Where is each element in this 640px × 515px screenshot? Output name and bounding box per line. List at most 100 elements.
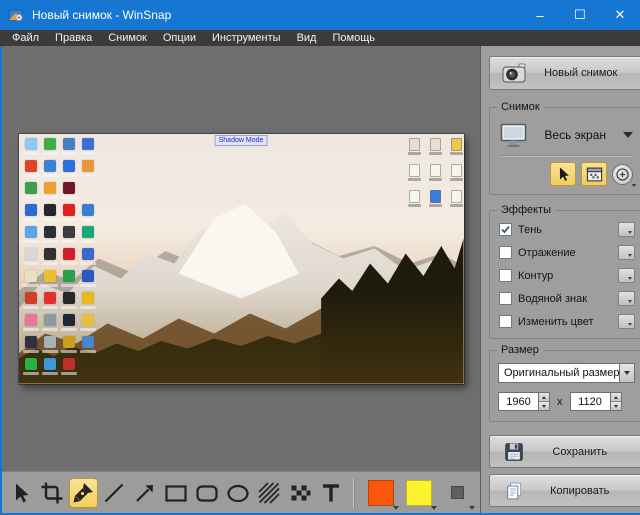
preview-image[interactable]: Shadow Mode xyxy=(19,134,464,384)
minimize-button[interactable]: – xyxy=(520,0,560,30)
document-icon xyxy=(430,164,441,177)
desktop-icon xyxy=(82,204,94,216)
tool-select[interactable] xyxy=(7,478,36,508)
size-preset-select[interactable]: Оригинальный размер xyxy=(498,363,635,383)
checkbox-colorize[interactable] xyxy=(499,315,512,328)
effect-settings-button-reflection[interactable] xyxy=(618,245,635,260)
checkbox-reflection[interactable] xyxy=(499,246,512,259)
checkbox-watermark[interactable] xyxy=(499,292,512,305)
width-spin-down-button[interactable] xyxy=(539,402,549,410)
save-button[interactable]: Сохранить xyxy=(489,435,640,468)
desktop-icon xyxy=(25,314,37,326)
text-icon xyxy=(319,481,343,505)
close-button[interactable]: ✕ xyxy=(600,0,640,30)
tool-ellipse[interactable] xyxy=(224,478,253,508)
chevron-down-icon xyxy=(624,371,630,375)
effect-row-shadow: Тень xyxy=(499,220,635,239)
document-icon xyxy=(409,138,420,151)
group-size-title: Размер xyxy=(497,344,543,357)
effect-label-watermark: Водяной знак xyxy=(518,293,618,305)
desktop-icon xyxy=(25,138,37,150)
effect-settings-button-watermark[interactable] xyxy=(618,291,635,306)
tool-line[interactable] xyxy=(100,478,129,508)
desktop-icon xyxy=(25,160,37,172)
document-icon xyxy=(430,190,441,203)
cursor-icon xyxy=(555,166,572,183)
menu-item-options[interactable]: Опции xyxy=(155,30,204,46)
copy-button[interactable]: Копировать xyxy=(489,474,640,507)
plus-icon xyxy=(616,168,629,181)
new-snapshot-label: Новый снимок xyxy=(526,67,640,79)
rounded-rectangle-icon xyxy=(195,481,219,505)
line-icon xyxy=(102,481,126,505)
pen-size-swatch[interactable] xyxy=(442,478,472,508)
width-value[interactable]: 1960 xyxy=(498,392,538,411)
desktop-icon xyxy=(44,248,56,260)
desktop-icon xyxy=(63,160,75,172)
tool-rounded-rectangle[interactable] xyxy=(193,478,222,508)
desktop-icon xyxy=(25,182,37,194)
dropdown-caret-icon xyxy=(632,184,636,187)
desktop-icon xyxy=(63,292,75,304)
menu-item-tools[interactable]: Инструменты xyxy=(204,30,289,46)
tool-text[interactable] xyxy=(316,478,345,508)
cursor-toggle-button[interactable] xyxy=(550,162,576,186)
size-preset-dropdown-button[interactable] xyxy=(619,363,635,383)
document-icon xyxy=(451,138,462,151)
menu-item-view[interactable]: Вид xyxy=(289,30,325,46)
capture-mode-select[interactable]: Весь экран xyxy=(490,118,640,152)
menu-item-capture[interactable]: Снимок xyxy=(100,30,155,46)
arrow-icon xyxy=(133,481,157,505)
desktop-icon xyxy=(44,336,56,348)
chevron-down-icon xyxy=(623,132,633,138)
desktop-icon xyxy=(63,270,75,282)
height-spin-down-button[interactable] xyxy=(611,402,621,410)
effect-settings-button-colorize[interactable] xyxy=(618,314,635,329)
capture-mode-label: Весь экран xyxy=(527,128,623,142)
desktop-icon xyxy=(82,270,94,282)
plus-circle-button[interactable] xyxy=(612,164,633,185)
height-value[interactable]: 1120 xyxy=(570,392,610,411)
effect-row-reflection: Отражение xyxy=(499,243,635,262)
group-snapshot-title: Снимок xyxy=(497,101,544,114)
shadow-mode-badge: Shadow Mode xyxy=(215,135,268,146)
document-icon xyxy=(430,138,441,151)
effect-settings-button-shadow[interactable] xyxy=(618,222,635,237)
effect-settings-button-outline[interactable] xyxy=(618,268,635,283)
menu-item-edit[interactable]: Правка xyxy=(47,30,100,46)
height-spinner[interactable]: 1120 xyxy=(570,392,622,411)
window-toggle-button[interactable] xyxy=(581,162,607,186)
tool-rectangle[interactable] xyxy=(162,478,191,508)
group-effects: Эффекты ТеньОтражениеКонтурВодяной знакИ… xyxy=(489,210,640,339)
width-spin-up-button[interactable] xyxy=(539,393,549,402)
menu-item-help[interactable]: Помощь xyxy=(324,30,383,46)
window-title: Новый снимок - WinSnap xyxy=(32,8,171,22)
editing-canvas[interactable]: Shadow Mode xyxy=(2,46,480,471)
toolbar-separator xyxy=(353,478,355,508)
checkbox-outline[interactable] xyxy=(499,269,512,282)
desktop-icon xyxy=(44,138,56,150)
secondary-color-swatch[interactable] xyxy=(404,478,434,508)
crop-icon xyxy=(40,481,64,505)
desktop-icon xyxy=(44,204,56,216)
menu-item-file[interactable]: Файл xyxy=(4,30,47,46)
tool-crop[interactable] xyxy=(38,478,67,508)
height-spin-up-button[interactable] xyxy=(611,393,621,402)
desktop-icon xyxy=(25,204,37,216)
desktop-icon xyxy=(44,270,56,282)
pixelate-icon xyxy=(288,481,312,505)
maximize-button[interactable]: ☐ xyxy=(560,0,600,30)
tool-pixelate[interactable] xyxy=(285,478,314,508)
tool-arrow[interactable] xyxy=(131,478,160,508)
effect-row-watermark: Водяной знак xyxy=(499,289,635,308)
new-snapshot-button[interactable]: Новый снимок xyxy=(489,56,640,90)
tool-pen[interactable] xyxy=(69,478,98,508)
desktop-icon xyxy=(44,160,56,172)
checkbox-shadow[interactable] xyxy=(499,223,512,236)
tool-hatch[interactable] xyxy=(255,478,284,508)
desktop-icon xyxy=(44,226,56,238)
hatch-icon xyxy=(257,481,281,505)
primary-color-swatch[interactable] xyxy=(366,478,396,508)
width-spinner[interactable]: 1960 xyxy=(498,392,550,411)
ellipse-icon xyxy=(226,481,250,505)
